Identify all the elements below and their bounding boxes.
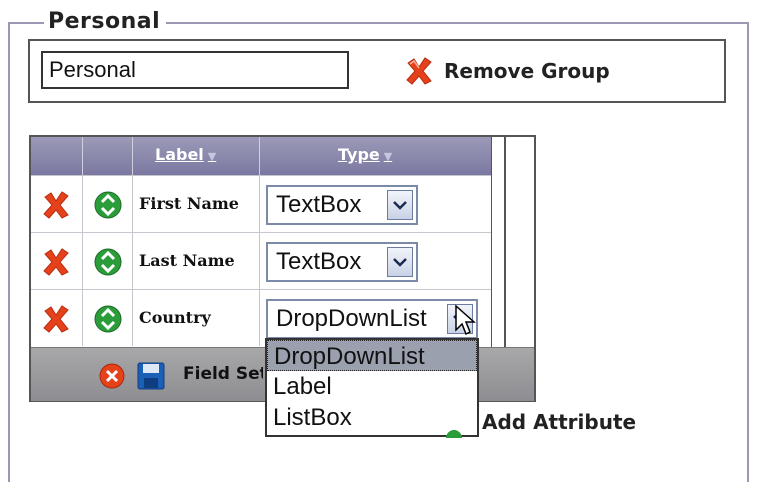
dropdown-option[interactable]: Label bbox=[267, 371, 477, 402]
header-move-col bbox=[83, 137, 133, 175]
footer-label: Field Set bbox=[183, 364, 263, 384]
move-down-icon[interactable] bbox=[93, 304, 123, 334]
header-type-col: Type ▼ bbox=[260, 137, 491, 175]
add-attribute-button[interactable]: Add Attribute bbox=[482, 410, 636, 434]
remove-group-button[interactable]: Remove Group bbox=[404, 55, 610, 87]
type-select[interactable]: TextBox bbox=[266, 185, 418, 225]
row-label: Last Name bbox=[139, 251, 235, 270]
grid-header: Label ▼ Type ▼ bbox=[31, 137, 491, 175]
move-down-icon[interactable] bbox=[93, 190, 123, 220]
grid-row: First Name TextBox bbox=[31, 175, 491, 232]
sort-label-link[interactable]: Label ▼ bbox=[155, 145, 216, 164]
delete-row-icon[interactable] bbox=[41, 304, 71, 334]
header-label-col: Label ▼ bbox=[133, 137, 260, 175]
type-dropdown-list[interactable]: DropDownList Label ListBox bbox=[265, 338, 479, 437]
header-delete-col bbox=[31, 137, 83, 175]
fieldset-legend: Personal bbox=[44, 8, 167, 36]
type-select[interactable]: TextBox bbox=[266, 242, 418, 282]
group-name-input[interactable] bbox=[41, 51, 349, 89]
cancel-icon[interactable] bbox=[98, 362, 126, 390]
row-label: First Name bbox=[139, 194, 239, 213]
mouse-cursor-icon bbox=[455, 304, 476, 336]
sort-type-link[interactable]: Type ▼ bbox=[338, 145, 392, 164]
save-icon[interactable] bbox=[136, 361, 166, 391]
row-label: Country bbox=[139, 308, 211, 327]
dropdown-option[interactable]: DropDownList bbox=[267, 340, 477, 371]
add-icon[interactable] bbox=[446, 428, 462, 438]
grid-row: Last Name TextBox bbox=[31, 232, 491, 289]
delete-row-icon[interactable] bbox=[41, 190, 71, 220]
remove-group-label: Remove Group bbox=[444, 59, 610, 83]
delete-row-icon[interactable] bbox=[41, 247, 71, 277]
sort-arrow-icon: ▼ bbox=[207, 150, 217, 163]
chevron-down-icon bbox=[387, 247, 413, 277]
move-down-icon[interactable] bbox=[93, 247, 123, 277]
sort-arrow-icon: ▼ bbox=[383, 150, 393, 163]
delete-x-icon bbox=[406, 57, 432, 85]
chevron-down-icon bbox=[387, 190, 413, 220]
type-select-open[interactable]: DropDownList bbox=[266, 299, 478, 339]
